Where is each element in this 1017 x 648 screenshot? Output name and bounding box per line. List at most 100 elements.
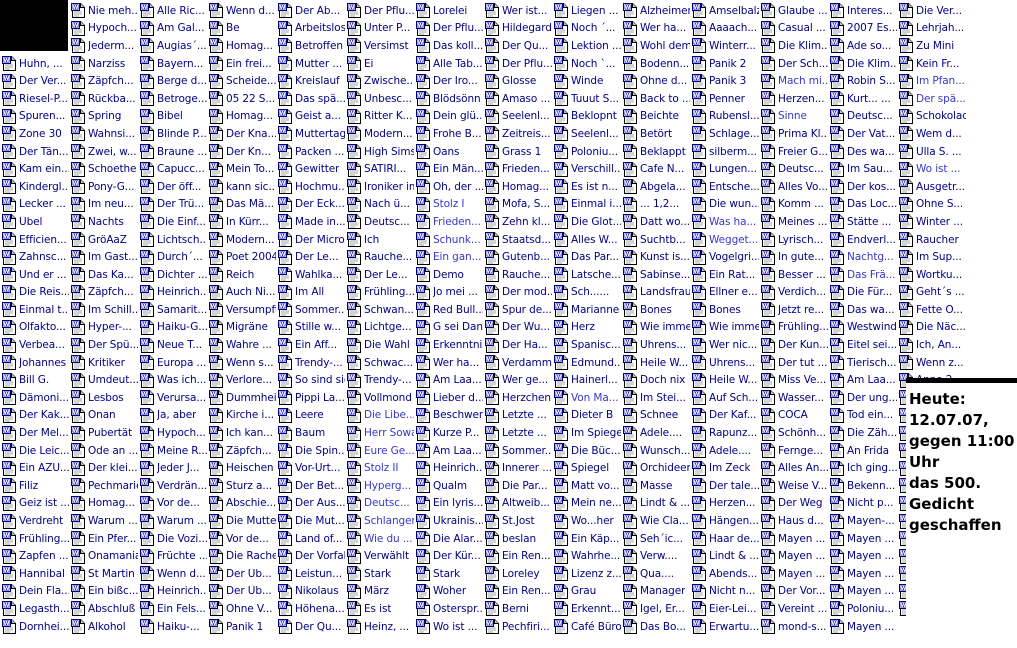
file-item[interactable]: W Wunsch... [623, 442, 692, 460]
file-item[interactable]: W Versimst [347, 37, 416, 55]
file-item[interactable]: W Olfakto... [2, 319, 71, 337]
file-item[interactable]: W Sabinse... [623, 266, 692, 284]
file-item[interactable]: W Der Bet... [278, 477, 347, 495]
file-item[interactable]: W Uhrens... [692, 354, 761, 372]
file-item[interactable]: W Wenn z... [899, 354, 968, 372]
file-item[interactable]: W Im Gast... [71, 248, 140, 266]
file-item[interactable]: W Der Aus... [278, 495, 347, 513]
file-item[interactable]: W Wie du ... [347, 530, 416, 548]
file-item[interactable]: W Filiz [2, 477, 71, 495]
file-item[interactable]: W Beklappt [623, 143, 692, 161]
file-item[interactable]: W Wer ist... [485, 2, 554, 20]
file-item[interactable]: W Wo ist ... [416, 618, 485, 636]
file-item[interactable]: W Der Vorfall [278, 547, 347, 565]
file-item[interactable]: W Neue T... [140, 336, 209, 354]
file-item[interactable]: W Verursa... [140, 389, 209, 407]
file-item[interactable]: W Demo [416, 266, 485, 284]
file-item[interactable]: W Interes... [830, 2, 899, 20]
file-item[interactable]: W Wahlka... [278, 266, 347, 284]
file-item[interactable]: W Ausgetr... [899, 178, 968, 196]
file-item[interactable]: W Im Pfan... [899, 72, 968, 90]
file-item[interactable]: W Nicht n... [692, 583, 761, 601]
file-item[interactable]: W Frieden... [485, 160, 554, 178]
file-item[interactable]: W Der Kak... [2, 407, 71, 425]
file-item[interactable]: W Geiz ist ... [2, 495, 71, 513]
file-item[interactable]: W Ohne S... [899, 196, 968, 214]
file-item[interactable]: W Herzchen [485, 389, 554, 407]
file-item[interactable]: W Back to ... [623, 90, 692, 108]
file-item[interactable]: W Spuren... [2, 108, 71, 126]
file-item[interactable]: W Haus d... [761, 512, 830, 530]
file-item[interactable]: W Verdich... [761, 284, 830, 302]
file-item[interactable]: W Raucher [899, 231, 968, 249]
file-item[interactable]: W Es ist n... [554, 178, 623, 196]
file-item[interactable]: W Am Laa... [416, 371, 485, 389]
file-item[interactable]: W Adele.... [623, 424, 692, 442]
file-item[interactable]: W So sind sie [278, 371, 347, 389]
file-item[interactable]: W Blinde P... [140, 125, 209, 143]
file-item[interactable]: W Besser ... [761, 266, 830, 284]
file-item[interactable]: W Stark [347, 565, 416, 583]
file-item[interactable]: W Übel [2, 213, 71, 231]
file-item[interactable]: W In Kürr... [209, 213, 278, 231]
file-item[interactable]: W Vereint ... [761, 600, 830, 618]
file-item[interactable]: W Wenn d... [209, 2, 278, 20]
file-item[interactable]: W Heischen [209, 459, 278, 477]
file-item[interactable]: W Die Glot... [554, 213, 623, 231]
file-item[interactable]: W Der Weg [761, 495, 830, 513]
file-item[interactable]: W Ade so... [830, 37, 899, 55]
file-item[interactable]: W Am Gal... [140, 20, 209, 38]
file-item[interactable]: W Schlage... [692, 125, 761, 143]
file-item[interactable]: W Ich, An... [899, 336, 968, 354]
file-item[interactable]: W Trendy-... [278, 354, 347, 372]
file-item[interactable]: W Mein ne... [554, 495, 623, 513]
file-item[interactable]: W Samarit... [140, 301, 209, 319]
file-item[interactable]: W Sturz a... [209, 477, 278, 495]
file-item[interactable]: W Winter ... [899, 213, 968, 231]
file-item[interactable]: W Alles An... [761, 459, 830, 477]
file-item[interactable]: W An Frida [830, 442, 899, 460]
file-item[interactable]: W Winterr... [692, 37, 761, 55]
file-item[interactable]: W Ein Rat... [692, 266, 761, 284]
file-item[interactable]: W Abschluß [71, 600, 140, 618]
file-item[interactable]: W Oans [416, 143, 485, 161]
file-item[interactable]: W Alkohol [71, 618, 140, 636]
file-item[interactable]: W Der öff... [140, 178, 209, 196]
file-item[interactable]: W Der tale... [692, 477, 761, 495]
file-item[interactable]: W Im Sau... [830, 160, 899, 178]
file-item[interactable]: W Dein glü... [416, 108, 485, 126]
file-item[interactable]: W Tierisch... [830, 354, 899, 372]
file-item[interactable]: W Noch ´... [554, 20, 623, 38]
file-item[interactable]: W Eitel sei... [830, 336, 899, 354]
file-item[interactable]: W COCA [761, 407, 830, 425]
file-item[interactable]: W 05 22 S... [209, 90, 278, 108]
file-item[interactable]: W Die Mut... [278, 512, 347, 530]
file-item[interactable]: W Heinrich... [416, 459, 485, 477]
file-item[interactable]: Wbeslan [485, 530, 554, 548]
file-item[interactable]: W Glosse [485, 72, 554, 90]
file-item[interactable]: W Hainerl... [554, 371, 623, 389]
file-item[interactable]: W Seelenl... [554, 125, 623, 143]
file-item[interactable]: W Bill G. [2, 371, 71, 389]
file-item[interactable]: W Die Leic... [2, 442, 71, 460]
file-item[interactable]: W Berni [485, 600, 554, 618]
file-item[interactable]: W Riesel-P... [2, 90, 71, 108]
file-item[interactable]: W Heinrich... [140, 583, 209, 601]
file-item[interactable]: W Spanisc... [554, 336, 623, 354]
file-item[interactable]: W Schlangen [347, 512, 416, 530]
file-item[interactable]: W Nie meh... [71, 2, 140, 20]
file-item[interactable]: W Wohl dem [623, 37, 692, 55]
file-item[interactable]: W Schwan... [347, 301, 416, 319]
file-item[interactable]: W Betroge... [140, 90, 209, 108]
file-item[interactable]: W Zäpfch... [71, 284, 140, 302]
file-item[interactable]: W Durch´... [140, 248, 209, 266]
file-item[interactable]: W Orchideen [623, 459, 692, 477]
file-item[interactable]: W St.Jost [485, 512, 554, 530]
file-item[interactable]: W Ich [347, 231, 416, 249]
file-item[interactable]: W Seh´ic... [623, 530, 692, 548]
file-item[interactable]: W Made in... [278, 213, 347, 231]
file-item[interactable]: W Zu Mini [899, 37, 968, 55]
file-item[interactable]: W Höhena... [278, 600, 347, 618]
file-item[interactable]: W Der Pflu... [416, 20, 485, 38]
file-item[interactable]: W Sommer... [278, 301, 347, 319]
